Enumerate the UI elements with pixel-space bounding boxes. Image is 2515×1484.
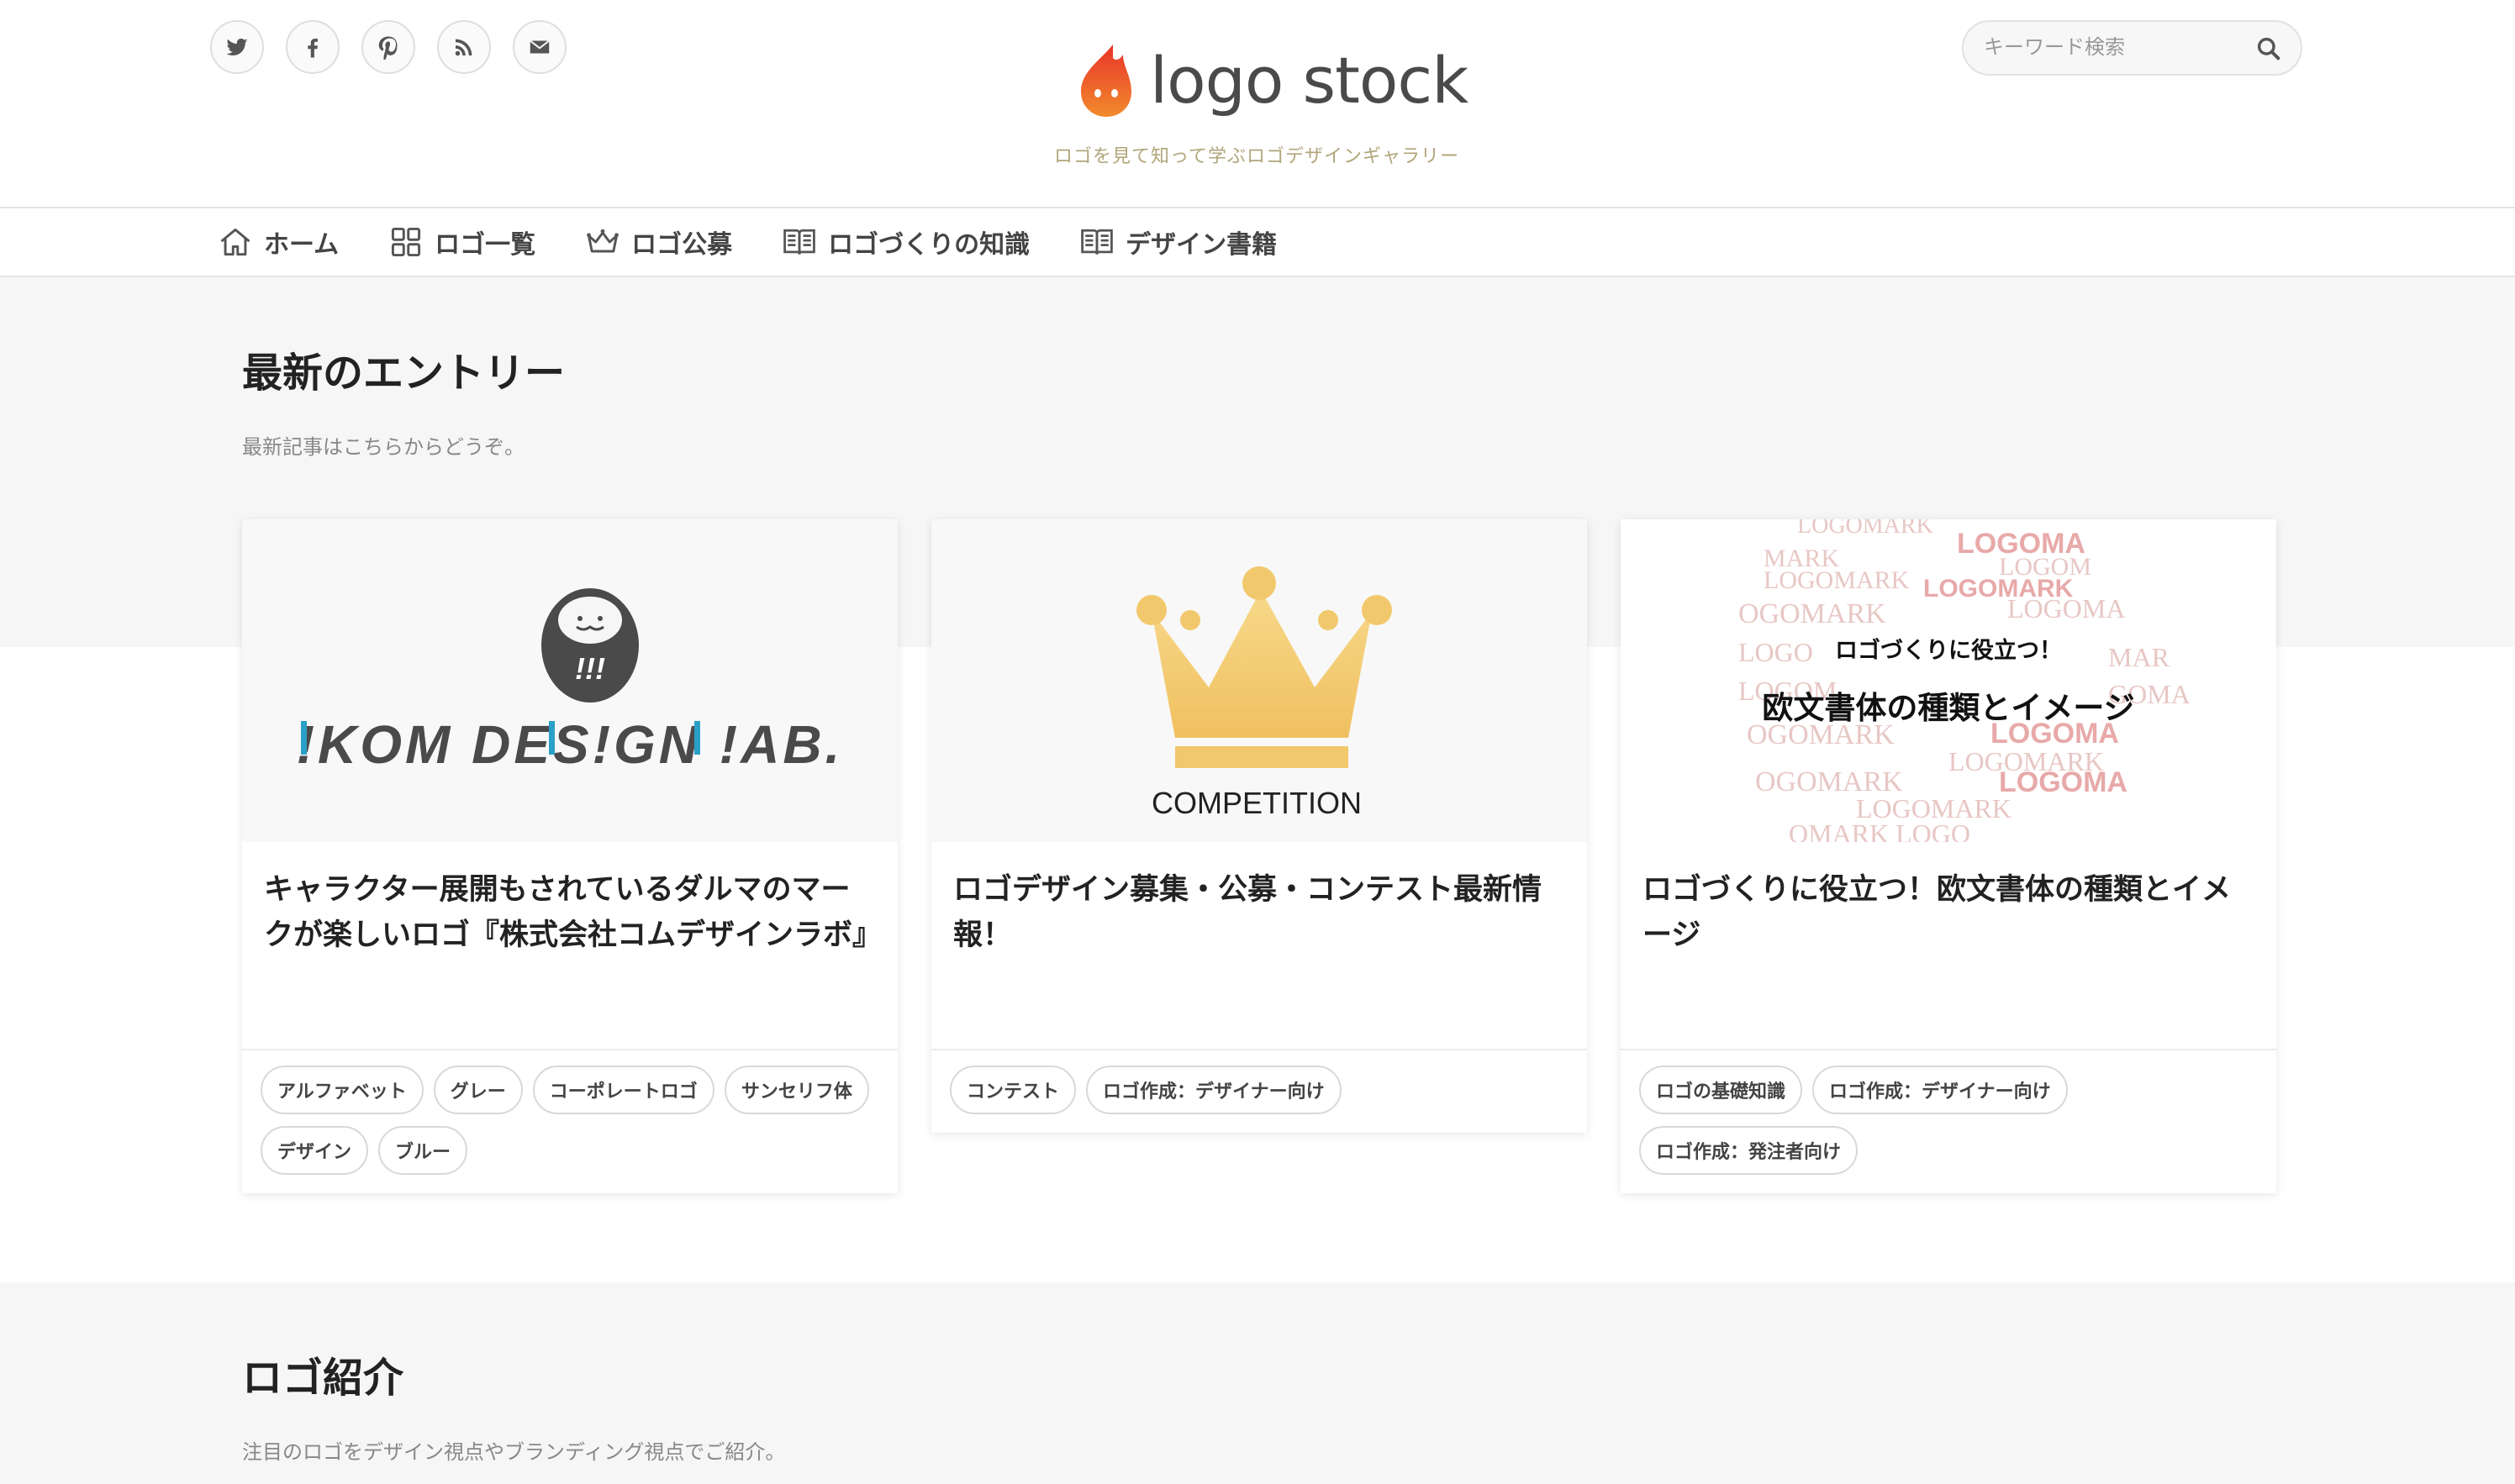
- competition-text: COMPETITION: [1152, 786, 1362, 820]
- tag[interactable]: ロゴ作成：デザイナー向け: [1086, 1066, 1342, 1114]
- thumbnail-caption-large: 欧文書体の種類とイメージ: [1762, 690, 2135, 726]
- search-box: [1962, 20, 2302, 76]
- site-header: logo stock ロゴを見て知って学ぶロゴデザインギャラリー: [0, 0, 2515, 207]
- rss-button[interactable]: [437, 20, 491, 74]
- mail-icon: [530, 39, 550, 54]
- card-title[interactable]: ロゴづくりに役立つ！欧文書体の種類とイメージ: [1621, 842, 2276, 1049]
- tag[interactable]: コンテスト: [950, 1066, 1077, 1114]
- nav-label: ロゴづくりの知識: [828, 230, 1031, 260]
- nav-label: ロゴ公募: [631, 230, 733, 260]
- entry-card[interactable]: COMPETITION ロゴデザイン募集・公募・コンテスト最新情報！ コンテスト…: [931, 519, 1587, 1133]
- global-nav: ホーム ロゴ一覧 ロゴ公募 ロゴづくりの知識 デザイン書籍: [0, 207, 2515, 277]
- site-logo[interactable]: logo stock: [1076, 34, 1468, 126]
- tag[interactable]: アルファベット: [261, 1066, 424, 1114]
- nav-item-logo-list[interactable]: ロゴ一覧: [388, 224, 535, 260]
- nav-item-knowledge[interactable]: ロゴづくりの知識: [781, 224, 1030, 260]
- tag[interactable]: デザイン: [261, 1126, 369, 1175]
- search-input[interactable]: [1984, 30, 2236, 66]
- flame-drop-icon: [1081, 45, 1131, 117]
- pinterest-button[interactable]: [361, 20, 415, 74]
- entry-card[interactable]: !!! !KOM DES!GN !AB. キャラクター展開もされているダルマのマ…: [242, 519, 898, 1193]
- card-thumbnail[interactable]: LOGOMARK LOGOMA MARK LOGOM LOGOMARK LOGO…: [1621, 519, 2276, 842]
- card-thumbnail[interactable]: !!! !KOM DES!GN !AB.: [242, 519, 898, 842]
- search-icon[interactable]: [2255, 35, 2282, 62]
- nav-item-home[interactable]: ホーム: [217, 224, 339, 260]
- card-tags: ロゴの基礎知識 ロゴ作成：デザイナー向け ロゴ作成：発注者向け: [1621, 1049, 2276, 1193]
- nav-item-design-books[interactable]: デザイン書籍: [1078, 224, 1277, 260]
- latest-section-title: 最新のエントリー: [242, 350, 566, 397]
- social-links: [210, 20, 567, 74]
- crown-icon: [587, 229, 619, 253]
- svg-text:!!!: !!!: [575, 651, 605, 686]
- facebook-button[interactable]: [286, 20, 340, 74]
- nav-label: ロゴ一覧: [435, 230, 536, 260]
- mail-button[interactable]: [513, 20, 567, 74]
- tag[interactable]: グレー: [433, 1066, 523, 1114]
- card-title[interactable]: キャラクター展開もされているダルマのマークが楽しいロゴ『株式会社コムデザインラボ…: [242, 842, 898, 1049]
- kom-daruma-logo: !!! !KOM DES!GN !AB.: [297, 588, 844, 775]
- nav-label: デザイン書籍: [1126, 230, 1278, 260]
- nav-label: ホーム: [264, 230, 340, 260]
- latest-section-subtitle: 最新記事はこちらからどうぞ。: [242, 435, 525, 459]
- tag[interactable]: サンセリフ体: [724, 1066, 869, 1114]
- twitter-button[interactable]: [210, 20, 264, 74]
- tag[interactable]: コーポレートロゴ: [532, 1066, 714, 1114]
- entry-card[interactable]: LOGOMARK LOGOMA MARK LOGOM LOGOMARK LOGO…: [1621, 519, 2276, 1193]
- logo-intro-title: ロゴ紹介: [242, 1355, 404, 1402]
- competition-crown: COMPETITION: [1136, 566, 1392, 820]
- tag[interactable]: ロゴ作成：デザイナー向け: [1812, 1066, 2068, 1114]
- rss-icon: [455, 39, 472, 56]
- facebook-icon: [308, 39, 318, 58]
- site-tagline: ロゴを見て知って学ぶロゴデザインギャラリー: [1054, 146, 1459, 167]
- tag[interactable]: ロゴの基礎知識: [1639, 1066, 1803, 1114]
- twitter-icon: [226, 38, 248, 55]
- tag[interactable]: ロゴ作成：発注者向け: [1639, 1126, 1859, 1175]
- book-icon: [1081, 229, 1113, 255]
- grid-icon: [392, 227, 421, 257]
- pinterest-icon: [378, 36, 398, 60]
- kom-logo-text: !KOM DES!GN !AB.: [297, 714, 844, 775]
- card-tags: アルファベット グレー コーポレートロゴ サンセリフ体 デザイン ブルー: [242, 1049, 898, 1193]
- site-name: logo stock: [1150, 42, 1468, 118]
- nav-item-contest[interactable]: ロゴ公募: [584, 224, 732, 260]
- card-tags: コンテスト ロゴ作成：デザイナー向け: [931, 1049, 1587, 1133]
- thumbnail-caption-small: ロゴづくりに役立つ！: [1835, 638, 2062, 664]
- book-icon: [783, 229, 815, 255]
- logo-intro-subtitle: 注目のロゴをデザイン視点やブランディング視点でご紹介。: [242, 1440, 786, 1464]
- home-icon: [220, 228, 250, 256]
- card-title[interactable]: ロゴデザイン募集・公募・コンテスト最新情報！: [931, 842, 1587, 1049]
- tag[interactable]: ブルー: [378, 1126, 468, 1175]
- card-thumbnail[interactable]: COMPETITION: [931, 519, 1587, 842]
